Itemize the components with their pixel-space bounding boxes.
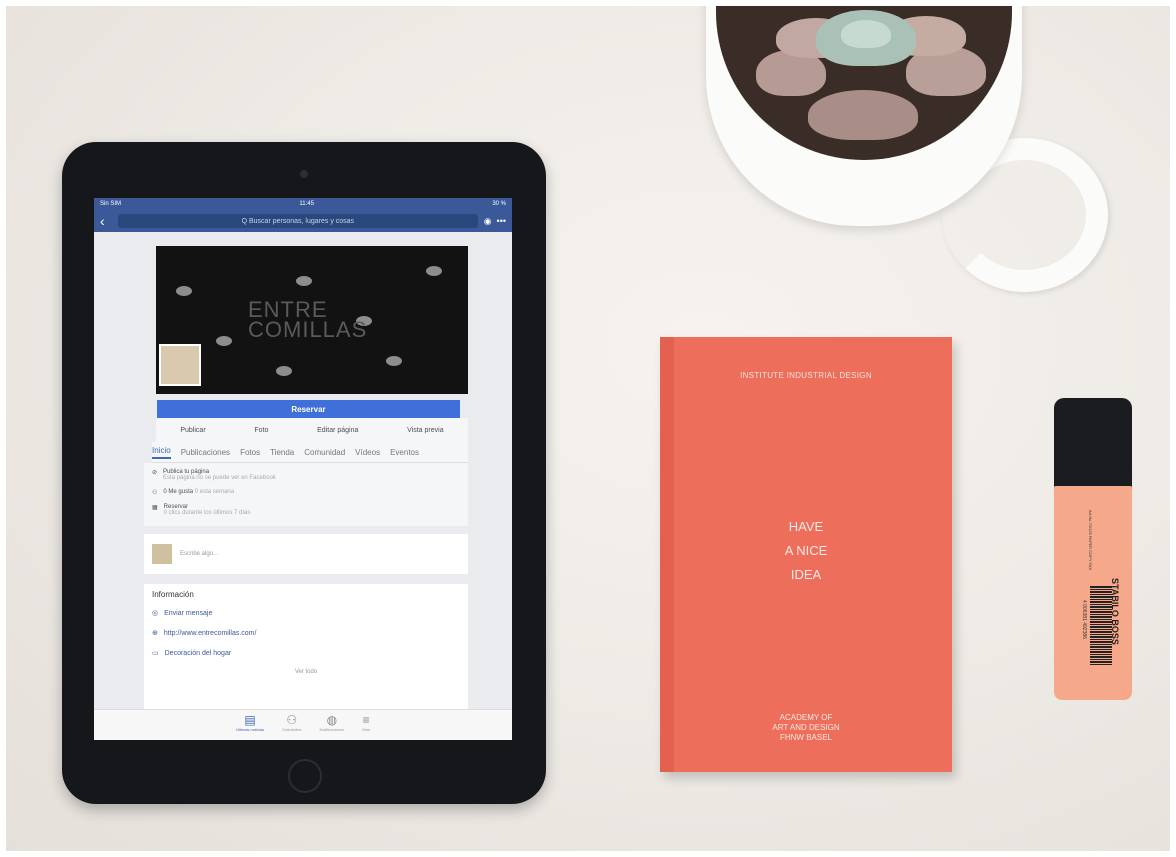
check-circle-icon: ⊘ xyxy=(152,470,158,476)
friends-icon: ⚇ xyxy=(286,713,298,727)
tab-comunidad[interactable]: Comunidad xyxy=(304,448,345,457)
tab-tienda[interactable]: Tienda xyxy=(270,448,294,457)
globe-icon: ⊕ xyxy=(152,630,158,637)
list-item[interactable]: ⚇ 0 Me gusta 0 esta semana xyxy=(152,489,460,496)
tab-requests[interactable]: ⚇ Solicitudes xyxy=(282,710,301,740)
book-footer: ACADEMY OF ART AND DESIGN FHNW BASEL xyxy=(772,713,840,742)
composer-placeholder: Escribe algo... xyxy=(180,551,219,557)
foto-button[interactable]: Foto xyxy=(254,427,268,434)
tab-eventos[interactable]: Eventos xyxy=(390,448,419,457)
back-arrow-icon[interactable]: ‹ xyxy=(100,213,112,229)
reservar-button[interactable]: Reservar xyxy=(157,400,460,418)
editar-pagina-button[interactable]: Editar página xyxy=(317,427,358,434)
tab-notifications[interactable]: ◍ Notificaciones xyxy=(319,710,344,740)
search-input[interactable]: Q Buscar personas, lugares y cosas xyxy=(118,214,478,228)
cover-logo: ENTRE COMILLAS xyxy=(248,297,368,342)
list-item[interactable]: ▦ Reservar 0 clics durante los últimos 7 … xyxy=(152,504,460,516)
ipad-device: Sin SIM 11:45 30 % ‹ Q Buscar personas, … xyxy=(62,142,546,804)
page-tabs: Inicio Publicaciones Fotos Tienda Comuni… xyxy=(152,442,468,463)
leaf xyxy=(841,20,891,48)
tab-news-feed[interactable]: ▤ Últimas noticias xyxy=(236,710,264,740)
cover-photo: ENTRE COMILLAS xyxy=(156,246,468,394)
search-placeholder: Q Buscar personas, lugares y cosas xyxy=(241,217,355,225)
vista-previa-button[interactable]: Vista previa xyxy=(407,427,443,434)
info-section: Información ◎ Enviar mensaje ⊕ http://www.… xyxy=(144,584,468,714)
book-title: HAVE A NICE IDEA xyxy=(784,519,828,582)
profile-avatar[interactable] xyxy=(159,344,201,386)
facebook-page-screen: Sin SIM 11:45 30 % ‹ Q Buscar personas, … xyxy=(94,198,512,740)
barcode-number: 4 006381 492386 xyxy=(1081,600,1087,639)
leaf xyxy=(808,90,918,140)
see-all-link[interactable]: Ver todo xyxy=(152,669,460,675)
tab-fotos[interactable]: Fotos xyxy=(240,448,260,457)
tab-inicio[interactable]: Inicio xyxy=(152,446,171,459)
people-icon: ⚇ xyxy=(152,490,158,496)
post-composer[interactable]: Escribe algo... xyxy=(144,534,468,574)
website-link[interactable]: ⊕ http://www.entrecomillas.com/ xyxy=(152,629,460,638)
globe-icon: ◍ xyxy=(326,713,338,727)
highlighter-model-text: Art.No.70/125 PAPER COPY FAX xyxy=(1088,510,1093,571)
tab-videos[interactable]: Vídeos xyxy=(355,448,380,457)
more-icon[interactable]: ••• xyxy=(497,216,506,227)
status-bar: Sin SIM 11:45 30 % xyxy=(94,198,512,210)
folder-icon: ▭ xyxy=(152,650,159,657)
highlighter-brand: STABILO BOSS xyxy=(1110,578,1120,645)
carrier-label: Sin SIM xyxy=(100,201,122,207)
category-link[interactable]: ▭ Decoración del hogar xyxy=(152,649,460,658)
highlighter-cap xyxy=(1054,398,1132,490)
battery-label: 30 % xyxy=(492,201,506,207)
tab-more[interactable]: ≡ Más xyxy=(362,710,370,740)
list-item[interactable]: ⊘ Publica tu página Esta página no se pue… xyxy=(152,469,460,481)
home-button[interactable] xyxy=(288,759,322,793)
calendar-icon: ▦ xyxy=(152,505,158,511)
info-title: Información xyxy=(152,590,194,599)
news-feed-icon: ▤ xyxy=(244,713,256,727)
menu-icon: ≡ xyxy=(362,713,370,727)
top-navbar: ‹ Q Buscar personas, lugares y cosas ◉ •… xyxy=(94,210,512,232)
messenger-icon: ◎ xyxy=(152,610,159,617)
barcode xyxy=(1090,585,1112,665)
tab-publicaciones[interactable]: Publicaciones xyxy=(181,448,230,457)
send-message-link[interactable]: ◎ Enviar mensaje xyxy=(152,609,460,618)
clock: 11:45 xyxy=(299,201,314,207)
succulent-plant xyxy=(716,0,1012,160)
bottom-tabbar: ▤ Últimas noticias ⚇ Solicitudes ◍ Notifica… xyxy=(94,709,512,740)
messenger-icon[interactable]: ◉ xyxy=(484,216,492,227)
page-stats: ⊘ Publica tu página Esta página no se pue… xyxy=(144,463,468,526)
book-header: INSTITUTE INDUSTRIAL DESIGN xyxy=(740,371,872,380)
page-actions: Publicar Foto Editar página Vista previa xyxy=(156,418,468,442)
notebook: INSTITUTE INDUSTRIAL DESIGN HAVE A NICE … xyxy=(660,337,952,772)
camera-icon xyxy=(300,170,308,178)
publicar-button[interactable]: Publicar xyxy=(180,427,205,434)
avatar xyxy=(152,544,172,564)
